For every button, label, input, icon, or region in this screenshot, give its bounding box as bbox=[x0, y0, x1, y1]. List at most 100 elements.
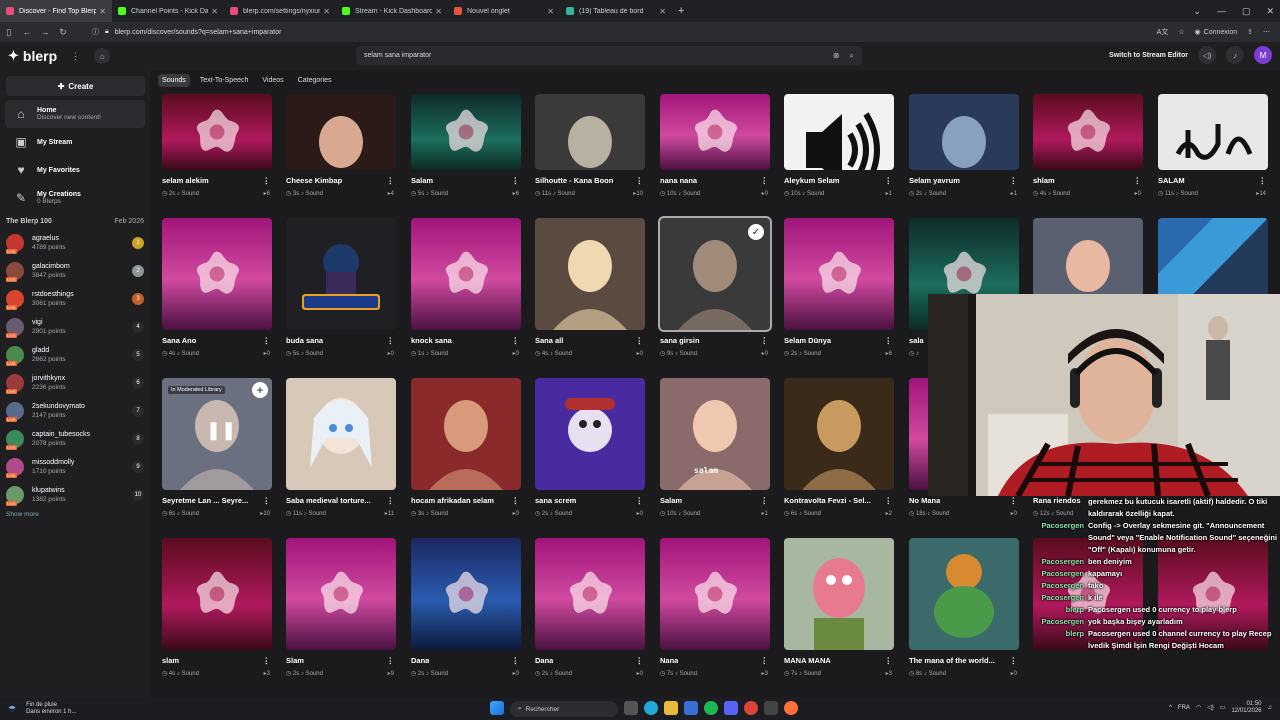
app-icon[interactable] bbox=[764, 701, 778, 715]
sound-card[interactable]: MANA MANA ⋮ ◷ 7s ♪ Sound ▸3 bbox=[784, 538, 896, 677]
search-bar[interactable]: selam sana imparator ⊗ ⌕ bbox=[356, 46, 862, 65]
sound-card[interactable]: Slam ⋮ ◷ 2s ♪ Sound ▸9 bbox=[286, 538, 398, 677]
sound-title[interactable]: SALAM bbox=[1158, 176, 1185, 185]
chrome-icon[interactable] bbox=[744, 701, 758, 715]
switch-editor-button[interactable]: Switch to Stream Editor bbox=[1109, 52, 1188, 59]
browser-tab[interactable]: Discover - Find Top Blerp ✕ bbox=[0, 0, 112, 22]
sound-title[interactable]: sala bbox=[909, 336, 924, 345]
sound-thumbnail[interactable] bbox=[909, 94, 1019, 170]
maximize-icon[interactable]: ▢ bbox=[1242, 6, 1251, 17]
sound-title[interactable]: Salam bbox=[411, 176, 433, 185]
more-options-icon[interactable]: ⋮ bbox=[761, 176, 769, 185]
spotify-icon[interactable] bbox=[704, 701, 718, 715]
leaderboard-row[interactable]: LIVE galacimbom 3847 points 2 bbox=[0, 257, 150, 285]
show-more-link[interactable]: Show more bbox=[0, 511, 150, 518]
more-options-icon[interactable]: ⋮ bbox=[512, 336, 520, 345]
firefox-icon[interactable] bbox=[784, 701, 798, 715]
sound-card[interactable]: The mana of the world... ⋮ ◷ 8s ♪ Sound ▸0 bbox=[909, 538, 1021, 677]
sound-thumbnail[interactable] bbox=[1158, 94, 1268, 170]
close-tab-icon[interactable]: ✕ bbox=[435, 7, 442, 16]
sidebar-toggle-icon[interactable]: ▯ bbox=[0, 27, 18, 38]
sound-title[interactable]: sana girsin bbox=[660, 336, 700, 345]
more-options-icon[interactable]: ⋮ bbox=[387, 656, 395, 665]
new-tab-button[interactable]: + bbox=[672, 5, 690, 17]
sound-thumbnail[interactable] bbox=[784, 538, 894, 650]
more-options-icon[interactable]: ⋮ bbox=[885, 656, 893, 665]
sidebar-item-my-creations[interactable]: ✎ My Creations 0 Blerps bbox=[5, 184, 145, 212]
pause-icon[interactable]: ❚❚ bbox=[206, 420, 236, 441]
store-icon[interactable] bbox=[684, 701, 698, 715]
sound-title[interactable]: No Mana bbox=[909, 496, 940, 505]
sound-thumbnail[interactable] bbox=[162, 94, 272, 170]
sound-thumbnail[interactable] bbox=[411, 378, 521, 490]
clock[interactable]: 01:50 12/01/2026 bbox=[1231, 701, 1261, 715]
battery-icon[interactable]: ▭ bbox=[1220, 705, 1226, 712]
more-options-icon[interactable]: ⋮ bbox=[512, 656, 520, 665]
sound-card[interactable]: nana nana ⋮ ◷ 10s ♪ Sound ▸0 bbox=[660, 94, 772, 197]
tab-videos[interactable]: Videos bbox=[258, 74, 287, 87]
sound-thumbnail[interactable] bbox=[411, 94, 521, 170]
taskbar-search[interactable]: ⌕ Rechercher bbox=[510, 701, 618, 717]
more-options-icon[interactable]: ⋮ bbox=[263, 656, 271, 665]
blerp-logo[interactable]: ✦ blerp bbox=[8, 48, 57, 64]
more-options-icon[interactable]: ⋮ bbox=[1010, 656, 1018, 665]
sound-thumbnail[interactable] bbox=[162, 218, 272, 330]
browser-tab[interactable]: Channel Points - Kick Dashboard✕ bbox=[112, 0, 224, 22]
sound-card[interactable]: Selam yavrum ⋮ ◷ 2s ♪ Sound ▸1 bbox=[909, 94, 1021, 197]
close-tab-icon[interactable]: ✕ bbox=[211, 7, 218, 16]
translate-icon[interactable]: A文 bbox=[1157, 27, 1169, 37]
reload-icon[interactable]: ↻ bbox=[54, 27, 72, 38]
weather-widget[interactable]: Fin de pluie Dans environ 1 h... bbox=[26, 702, 76, 716]
more-options-icon[interactable]: ⋮ bbox=[761, 656, 769, 665]
sound-thumbnail[interactable] bbox=[660, 538, 770, 650]
sound-card[interactable]: Dana ⋮ ◷ 2s ♪ Sound ▸0 bbox=[411, 538, 523, 677]
sound-card[interactable]: Aleykum Selam ⋮ ◷ 10s ♪ Sound ▸1 bbox=[784, 94, 896, 197]
close-tab-icon[interactable]: ✕ bbox=[547, 7, 554, 16]
sound-title[interactable]: Slam bbox=[286, 656, 304, 665]
windows-start-icon[interactable] bbox=[490, 701, 504, 715]
sound-card[interactable]: Saba medieval torture... ⋮ ◷ 11s ♪ Sound ▸1… bbox=[286, 378, 398, 517]
sound-thumbnail[interactable] bbox=[286, 94, 396, 170]
sound-title[interactable]: Cheese Kimbap bbox=[286, 176, 342, 185]
sound-card[interactable]: Nana ⋮ ◷ 7s ♪ Sound ▸3 bbox=[660, 538, 772, 677]
sound-card[interactable]: Dana ⋮ ◷ 2s ♪ Sound ▸0 bbox=[535, 538, 647, 677]
sound-card[interactable]: selam alekim ⋮ ◷ 2s ♪ Sound ▸6 bbox=[162, 94, 274, 197]
sound-thumbnail[interactable] bbox=[535, 218, 645, 330]
sound-title[interactable]: Seyretme Lan ... Seyre... bbox=[162, 496, 248, 505]
sound-title[interactable]: Selam Dünya bbox=[784, 336, 831, 345]
sound-thumbnail[interactable] bbox=[411, 538, 521, 650]
sound-card[interactable]: sana screm ⋮ ◷ 2s ♪ Sound ▸0 bbox=[535, 378, 647, 517]
apps-icon[interactable]: ⋮ bbox=[71, 51, 80, 62]
sound-card[interactable]: Sana Ano ⋮ ◷ 4s ♪ Sound ▸0 bbox=[162, 218, 274, 357]
wifi-icon[interactable]: ◠ bbox=[1196, 705, 1201, 712]
sound-card[interactable]: Sana all ⋮ ◷ 4s ♪ Sound ▸0 bbox=[535, 218, 647, 357]
more-options-icon[interactable]: ⋮ bbox=[885, 176, 893, 185]
sound-title[interactable]: Dana bbox=[411, 656, 429, 665]
more-options-icon[interactable]: ⋮ bbox=[761, 496, 769, 505]
more-options-icon[interactable]: ⋮ bbox=[1259, 176, 1267, 185]
sound-card[interactable]: In Moderated Library + ❚❚ Seyretme Lan ... … bbox=[162, 378, 274, 517]
checkmark-icon[interactable]: ✓ bbox=[748, 224, 764, 240]
forward-icon[interactable]: → bbox=[36, 27, 54, 37]
sound-thumbnail[interactable] bbox=[784, 378, 894, 490]
close-window-icon[interactable]: ✕ bbox=[1266, 6, 1274, 17]
more-options-icon[interactable]: ⋮ bbox=[263, 176, 271, 185]
leaderboard-row[interactable]: LIVE missoddmolly 1710 points 9 bbox=[0, 453, 150, 481]
speaker-icon[interactable]: ◁) bbox=[1207, 705, 1214, 712]
sound-title[interactable]: MANA MANA bbox=[784, 656, 831, 665]
sound-title[interactable]: nana nana bbox=[660, 176, 697, 185]
sound-thumbnail[interactable]: In Moderated Library + ❚❚ bbox=[162, 378, 272, 490]
sound-thumbnail[interactable] bbox=[535, 538, 645, 650]
browser-tab[interactable]: Stream - Kick Dashboard ✕ bbox=[336, 0, 448, 22]
leaderboard-row[interactable]: LIVE gladd 2662 points 5 bbox=[0, 341, 150, 369]
sound-title[interactable]: Aleykum Selam bbox=[784, 176, 839, 185]
tray-chevron-icon[interactable]: ^ bbox=[1169, 705, 1172, 712]
sound-title[interactable]: Dana bbox=[535, 656, 553, 665]
sound-thumbnail[interactable] bbox=[286, 218, 396, 330]
info-icon[interactable]: ⓘ bbox=[92, 27, 99, 37]
sound-card[interactable]: Kontravolta Fevzi - Sel... ⋮ ◷ 6s ♪ Sound ▸… bbox=[784, 378, 896, 517]
weather-icon[interactable]: ☂ bbox=[8, 704, 16, 715]
more-options-icon[interactable]: ⋮ bbox=[636, 336, 644, 345]
sound-title[interactable]: Kontravolta Fevzi - Sel... bbox=[784, 496, 871, 505]
close-tab-icon[interactable]: ✕ bbox=[99, 7, 106, 16]
